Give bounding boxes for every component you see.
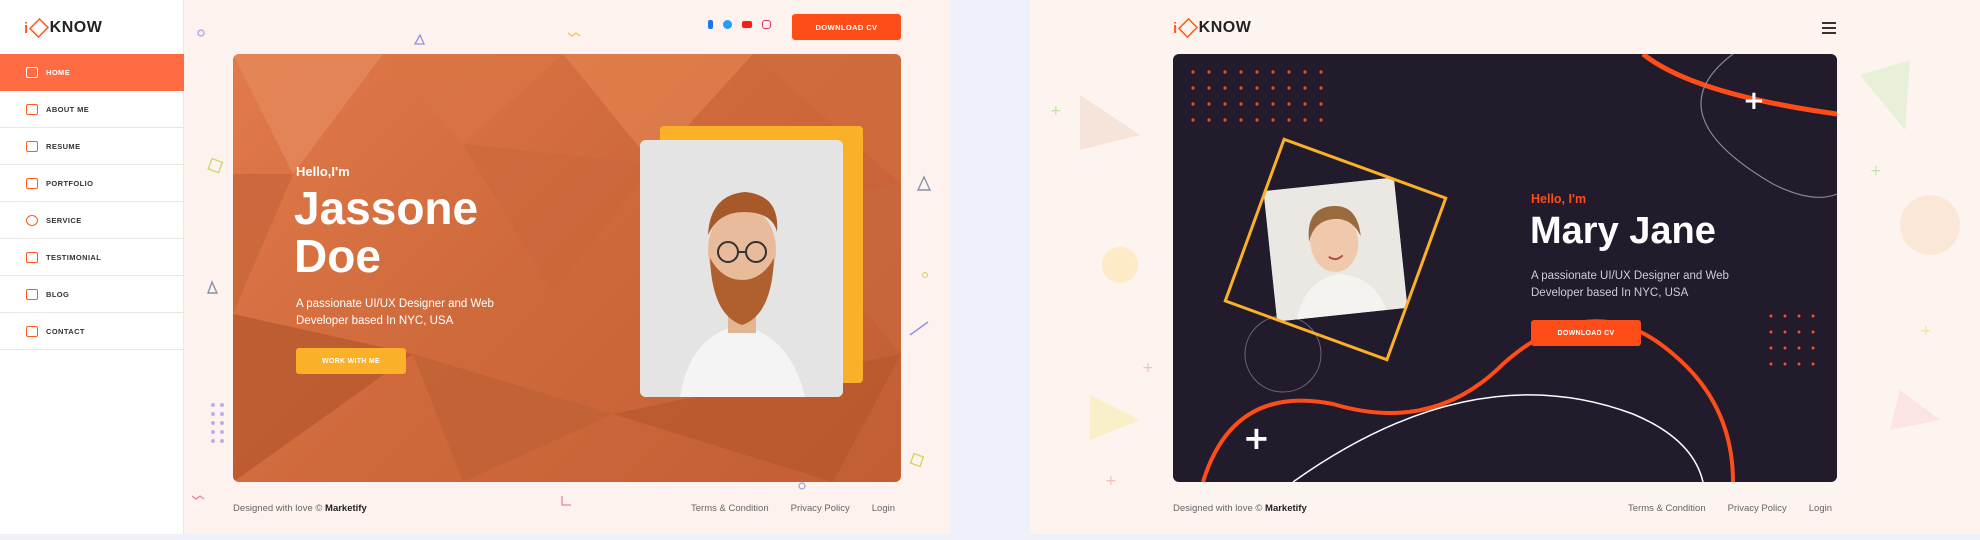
terms-link[interactable]: Terms & Condition bbox=[1628, 503, 1706, 514]
logo[interactable]: i KNOW bbox=[24, 16, 102, 40]
privacy-link[interactable]: Privacy Policy bbox=[1728, 503, 1787, 514]
hero-desc-line1: A passionate UI/UX Designer and Web bbox=[296, 298, 494, 310]
sidebar: i KNOW HOME ABOUT ME RESUME PORTFOLIO SE… bbox=[0, 0, 184, 534]
sidebar-item-label: CONTACT bbox=[46, 326, 85, 336]
chat-check-icon bbox=[26, 251, 38, 263]
youtube-icon[interactable] bbox=[742, 21, 752, 28]
id-card-icon bbox=[26, 103, 38, 115]
privacy-link[interactable]: Privacy Policy bbox=[791, 503, 850, 514]
hero-greeting: Hello,I'm bbox=[296, 164, 350, 179]
login-link[interactable]: Login bbox=[872, 503, 895, 514]
sidebar-item-label: RESUME bbox=[46, 141, 81, 151]
sidebar-item-home[interactable]: HOME bbox=[0, 54, 184, 91]
footer-links: Terms & Condition Privacy Policy Login bbox=[1628, 503, 1832, 514]
hero-description: A passionate UI/UX Designer and Web Deve… bbox=[296, 296, 526, 330]
hero-description: A passionate UI/UX Designer and Web Deve… bbox=[1531, 268, 1756, 302]
svg-text:+: + bbox=[1142, 360, 1154, 376]
hero-banner: Hello,I'm Jassone Doe A passionate UI/UX… bbox=[233, 54, 901, 482]
twitter-icon[interactable] bbox=[723, 20, 732, 29]
sidebar-item-label: SERVICE bbox=[46, 215, 82, 225]
sidebar-item-portfolio[interactable]: PORTFOLIO bbox=[0, 165, 184, 202]
footer-credit: Designed with love © Marketify bbox=[233, 503, 367, 514]
right-mockup: + + + + + i KNOW + + Hello, I'm Mary Jan… bbox=[1030, 0, 1980, 534]
download-cv-button[interactable]: DOWNLOAD CV bbox=[1531, 320, 1641, 346]
svg-text:+: + bbox=[1105, 473, 1117, 489]
sidebar-nav: HOME ABOUT ME RESUME PORTFOLIO SERVICE T… bbox=[0, 54, 184, 350]
logo-text: KNOW bbox=[1198, 19, 1252, 36]
hamburger-menu-icon[interactable] bbox=[1822, 22, 1836, 37]
sidebar-item-contact[interactable]: CONTACT bbox=[0, 313, 184, 350]
hero-name: Mary Jane bbox=[1530, 210, 1716, 252]
sidebar-item-label: PORTFOLIO bbox=[46, 178, 94, 188]
mail-icon bbox=[26, 325, 38, 337]
footer-links: Terms & Condition Privacy Policy Login bbox=[691, 503, 895, 514]
left-mockup: i KNOW HOME ABOUT ME RESUME PORTFOLIO SE… bbox=[0, 0, 950, 534]
download-cv-button[interactable]: DOWNLOAD CV bbox=[792, 14, 901, 40]
svg-text:+: + bbox=[1743, 86, 1765, 116]
profile-photo-frame bbox=[1223, 137, 1448, 362]
sidebar-item-about-me[interactable]: ABOUT ME bbox=[0, 91, 184, 128]
briefcase-icon bbox=[26, 177, 38, 189]
sidebar-item-blog[interactable]: BLOG bbox=[0, 276, 184, 313]
hero-name: Jassone Doe bbox=[294, 184, 554, 280]
footer-credit-brand[interactable]: Marketify bbox=[1265, 503, 1307, 514]
logo-text: KNOW bbox=[49, 19, 103, 36]
profile-photo bbox=[640, 140, 843, 397]
svg-text:+: + bbox=[1050, 103, 1062, 119]
footer-credit-prefix: Designed with love © bbox=[1173, 503, 1263, 514]
logo-mark-icon bbox=[28, 17, 49, 39]
hero-name-line2: Doe bbox=[294, 230, 381, 282]
sidebar-item-resume[interactable]: RESUME bbox=[0, 128, 184, 165]
sidebar-item-label: BLOG bbox=[46, 289, 70, 299]
hero-desc-line2: Developer based In NYC, USA bbox=[1531, 287, 1689, 299]
bearded-man-illustration bbox=[640, 140, 843, 397]
hero-greeting: Hello, I'm bbox=[1531, 192, 1587, 206]
footer-credit-brand[interactable]: Marketify bbox=[325, 503, 367, 514]
gear-icon bbox=[26, 214, 38, 226]
hero-name-line1: Jassone bbox=[294, 182, 479, 234]
sidebar-item-testimonial[interactable]: TESTIMONIAL bbox=[0, 239, 184, 276]
blog-icon bbox=[26, 288, 38, 300]
svg-text:+: + bbox=[1920, 323, 1932, 339]
social-links bbox=[708, 20, 771, 29]
hero-desc-line2: Developer based In NYC, USA bbox=[296, 315, 454, 327]
yellow-square-frame bbox=[1223, 137, 1448, 362]
footer-credit: Designed with love © Marketify bbox=[1173, 503, 1307, 514]
sidebar-item-label: ABOUT ME bbox=[46, 104, 90, 114]
logo[interactable]: i KNOW bbox=[1173, 16, 1251, 40]
instagram-icon[interactable] bbox=[762, 20, 771, 29]
footer-credit-prefix: Designed with love © bbox=[233, 503, 323, 514]
sidebar-item-service[interactable]: SERVICE bbox=[0, 202, 184, 239]
home-grid-icon bbox=[26, 66, 38, 78]
svg-text:+: + bbox=[1243, 419, 1270, 457]
document-icon bbox=[26, 140, 38, 152]
hero-desc-line1: A passionate UI/UX Designer and Web bbox=[1531, 270, 1729, 282]
svg-text:+: + bbox=[1870, 163, 1882, 179]
facebook-icon[interactable] bbox=[708, 20, 713, 29]
terms-link[interactable]: Terms & Condition bbox=[691, 503, 769, 514]
login-link[interactable]: Login bbox=[1809, 503, 1832, 514]
hero-banner-dark: + + Hello, I'm Mary Jane A passionate UI… bbox=[1173, 54, 1837, 482]
sidebar-item-label: HOME bbox=[46, 67, 71, 77]
logo-mark-icon bbox=[1177, 17, 1198, 39]
work-with-me-button[interactable]: WORK WITH ME bbox=[296, 348, 406, 374]
sidebar-item-label: TESTIMONIAL bbox=[46, 252, 102, 262]
